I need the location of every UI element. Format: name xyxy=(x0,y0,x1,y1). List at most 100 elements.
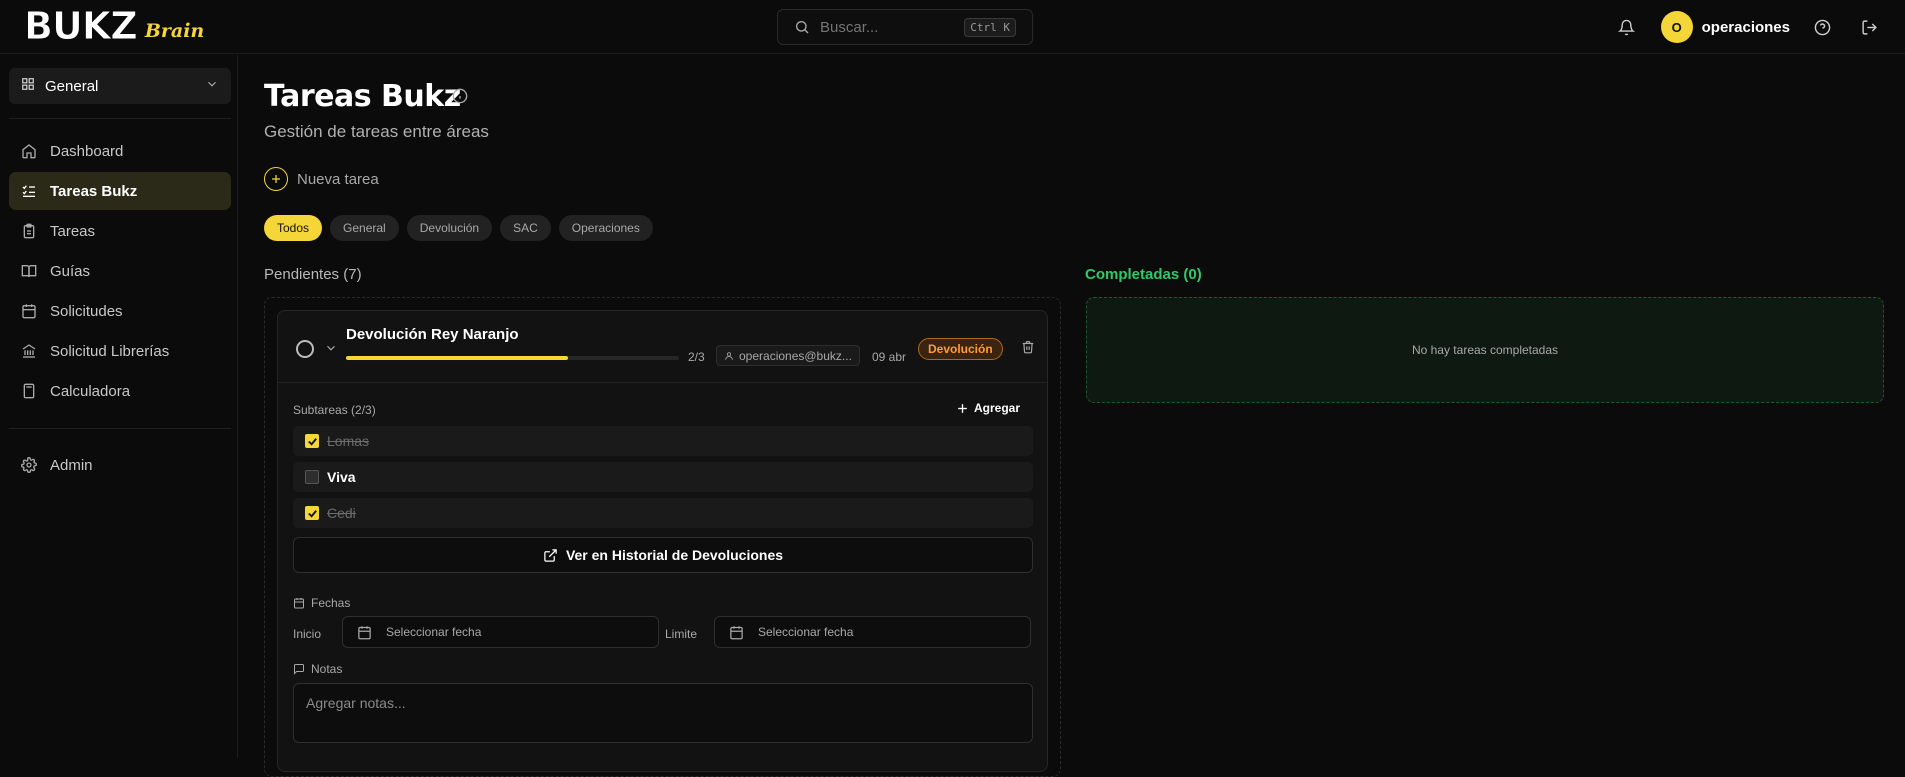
calendar-icon xyxy=(358,625,371,639)
add-subtask-label: Agregar xyxy=(974,401,1021,415)
bell-icon[interactable] xyxy=(1617,17,1637,37)
logo-text: BUKZ xyxy=(24,4,139,48)
subtask-checkbox[interactable] xyxy=(305,470,319,484)
start-date-placeholder: Seleccionar fecha xyxy=(386,625,482,639)
help-icon[interactable] xyxy=(1812,17,1832,37)
logout-icon[interactable] xyxy=(1859,17,1879,37)
chevron-down-icon[interactable] xyxy=(324,341,338,360)
plus-icon xyxy=(264,167,288,191)
top-right-actions: O operaciones xyxy=(1617,11,1905,43)
search-input[interactable] xyxy=(820,18,960,36)
plus-icon xyxy=(958,403,967,413)
sidebar-item-label: Admin xyxy=(50,456,93,474)
avatar[interactable]: O xyxy=(1660,11,1693,43)
assignee-badge[interactable]: operaciones@bukz... xyxy=(716,345,860,366)
message-icon xyxy=(294,664,304,675)
history-button-label: Ver en Historial de Devoluciones xyxy=(565,547,784,563)
grid-icon xyxy=(21,77,35,95)
empty-state-text: No hay tareas completadas xyxy=(1411,343,1559,357)
user-icon xyxy=(725,351,733,360)
info-icon[interactable] xyxy=(452,88,468,109)
calendar-icon xyxy=(294,598,304,609)
sidebar-item-label: Solicitudes xyxy=(50,302,123,320)
task-card-header[interactable]: Devolución Rey Naranjo 2/3 operaciones@b… xyxy=(278,311,1047,383)
filter-chip-todos[interactable]: Todos xyxy=(264,215,323,241)
start-date-picker[interactable]: Seleccionar fecha xyxy=(342,616,659,648)
book-open-icon xyxy=(21,265,37,278)
search-icon xyxy=(794,19,810,35)
calculator-icon xyxy=(23,383,35,399)
sidebar-item-label: Tareas Bukz xyxy=(50,182,138,200)
sidebar-nav: Dashboard Tareas Bukz Tareas Guías Solic… xyxy=(9,132,231,412)
limit-date-label: Limite xyxy=(665,627,698,641)
gear-icon xyxy=(21,457,37,473)
done-column-title: Completadas (0) xyxy=(1085,266,1202,283)
subtask-text: Viva xyxy=(327,469,356,485)
user-name[interactable]: operaciones xyxy=(1702,19,1790,36)
sidebar-item-label: Calculadora xyxy=(50,382,131,400)
sidebar: General Dashboard Tareas Bukz Tareas Guí… xyxy=(0,55,238,758)
workspace-select[interactable]: General xyxy=(9,68,231,104)
sidebar-item-tareas[interactable]: Tareas xyxy=(9,212,231,250)
subtask-checkbox[interactable] xyxy=(305,506,319,520)
sidebar-item-label: Dashboard xyxy=(50,142,124,160)
page-subtitle: Gestión de tareas entre áreas xyxy=(264,122,489,141)
filter-chip-devolucion[interactable]: Devolución xyxy=(406,215,493,241)
trash-icon[interactable] xyxy=(1021,340,1035,359)
sidebar-item-tareas-bukz[interactable]: Tareas Bukz xyxy=(9,172,231,210)
sidebar-item-solicitudes[interactable]: Solicitudes xyxy=(9,292,231,330)
chevron-down-icon xyxy=(205,77,219,95)
pending-column-title: Pendientes (7) xyxy=(264,266,362,283)
subtask-item[interactable]: Cedi xyxy=(293,498,1033,528)
task-progress-count: 2/3 xyxy=(688,350,705,364)
new-task-button[interactable]: Nueva tarea xyxy=(264,167,379,191)
sidebar-item-label: Tareas xyxy=(50,222,96,240)
notes-textarea[interactable] xyxy=(293,683,1033,743)
sidebar-item-guias[interactable]: Guías xyxy=(9,252,231,290)
dates-label-text: Fechas xyxy=(311,596,351,610)
dates-section-label: Fechas xyxy=(293,596,350,610)
complete-task-checkbox[interactable] xyxy=(296,340,314,358)
task-category-badge: Devolución xyxy=(918,338,1003,360)
top-bar: BUKZ Brain Ctrl K O operaciones xyxy=(0,0,1905,54)
home-icon xyxy=(22,144,36,159)
check-icon xyxy=(307,509,317,518)
add-subtask-button[interactable]: Agregar xyxy=(956,401,1020,415)
task-progress-bar xyxy=(346,356,679,360)
task-due-date: 09 abr xyxy=(872,350,907,364)
sidebar-item-calculadora[interactable]: Calculadora xyxy=(9,372,231,410)
start-date-label: Inicio xyxy=(293,627,322,641)
view-return-history-button[interactable]: Ver en Historial de Devoluciones xyxy=(293,537,1033,573)
sidebar-admin-nav: Admin xyxy=(9,446,231,486)
limit-date-placeholder: Seleccionar fecha xyxy=(758,625,854,639)
sidebar-divider xyxy=(9,428,231,429)
filter-chip-operaciones[interactable]: Operaciones xyxy=(558,215,653,241)
task-card: Devolución Rey Naranjo 2/3 operaciones@b… xyxy=(277,310,1048,772)
filter-chips: Todos General Devolución SAC Operaciones xyxy=(264,215,653,241)
subtask-item[interactable]: Lomas xyxy=(293,426,1033,456)
new-task-label: Nueva tarea xyxy=(297,170,379,188)
done-drop-zone[interactable]: No hay tareas completadas xyxy=(1086,297,1884,403)
limit-date-picker[interactable]: Seleccionar fecha xyxy=(714,616,1031,648)
clipboard-icon xyxy=(23,223,35,239)
search-box[interactable]: Ctrl K xyxy=(777,9,1033,45)
subtask-text: Cedi xyxy=(327,505,356,521)
check-icon xyxy=(307,437,317,446)
sidebar-item-admin[interactable]: Admin xyxy=(9,446,231,484)
logo-subtext: Brain xyxy=(144,20,205,42)
subtask-item[interactable]: Viva xyxy=(293,462,1033,492)
notes-section-label: Notas xyxy=(293,662,342,676)
sidebar-item-dashboard[interactable]: Dashboard xyxy=(9,132,231,170)
filter-chip-general[interactable]: General xyxy=(330,215,399,241)
sidebar-divider xyxy=(9,118,231,119)
filter-chip-sac[interactable]: SAC xyxy=(500,215,551,241)
subtask-checkbox[interactable] xyxy=(305,434,319,448)
search-shortcut: Ctrl K xyxy=(964,17,1016,37)
logo[interactable]: BUKZ Brain xyxy=(24,4,205,48)
subtask-text: Lomas xyxy=(327,433,370,449)
sidebar-item-solicitud-librerias[interactable]: Solicitud Librerías xyxy=(9,332,231,370)
main-content: Tareas Bukz Gestión de tareas entre área… xyxy=(264,55,1905,777)
subtasks-label: Subtareas (2/3) xyxy=(293,403,376,417)
library-icon xyxy=(22,344,36,358)
task-title: Devolución Rey Naranjo xyxy=(346,326,519,343)
